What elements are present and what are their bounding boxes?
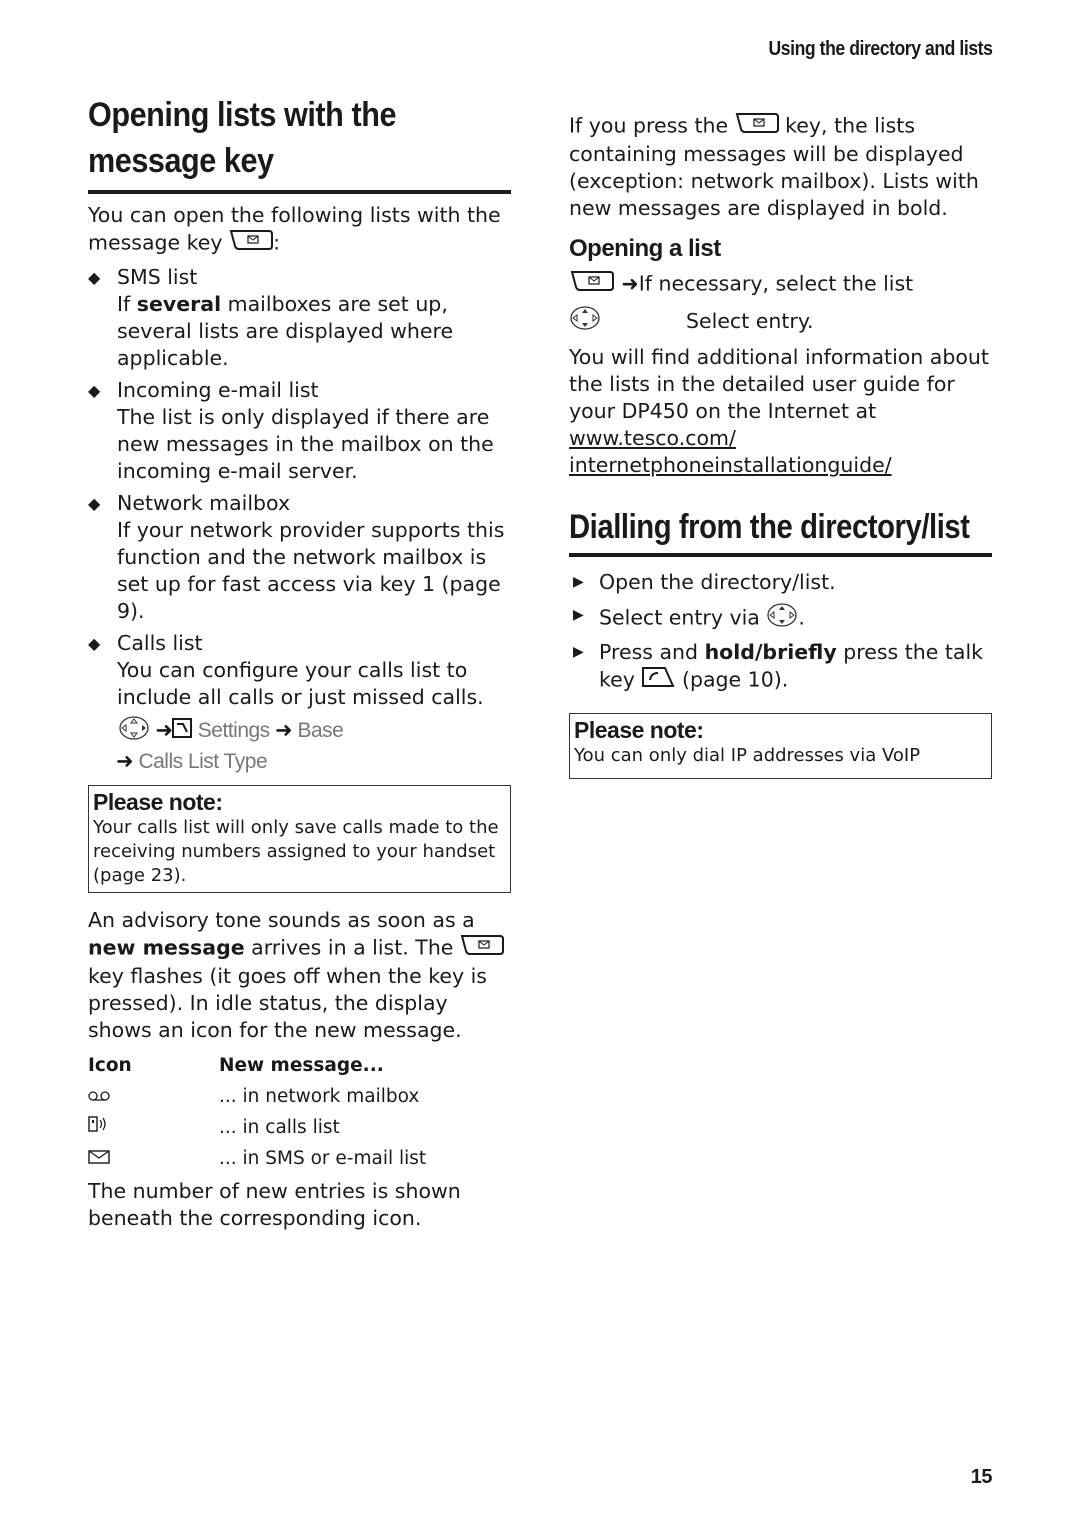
message-key-icon — [229, 229, 274, 258]
diamond-bullet-icon: ◆ — [88, 494, 101, 513]
please-note-box: Please note: You can only dial IP addres… — [569, 713, 992, 779]
table-row: ... in network mailbox — [88, 1081, 511, 1112]
dial-step-3: ▶ Press and hold/briefly press the talk … — [569, 639, 992, 695]
triangle-bullet-icon: ▶ — [573, 607, 584, 623]
table-row: ... in calls list — [88, 1112, 511, 1143]
intro-paragraph: If you press the key, the lists containi… — [569, 112, 979, 220]
diamond-bullet-icon: ◆ — [88, 634, 101, 653]
icon-table: Icon New message... ... in network mailb… — [88, 1050, 511, 1174]
calls-list-icon — [88, 1116, 110, 1138]
list-item-sms: ◆ SMS list If several mailboxes are set … — [88, 265, 454, 370]
diamond-bullet-icon: ◆ — [88, 381, 101, 400]
menu-path: ➜ Settings ➜ Base ➜ Calls List Type — [88, 715, 511, 775]
left-column: Opening lists with the message key You c… — [88, 92, 511, 1232]
icon-table-header: Icon New message... — [88, 1055, 384, 1076]
please-note-box: Please note: Your calls list will only s… — [88, 785, 511, 893]
message-key-icon — [569, 270, 615, 299]
settings-tool-icon — [172, 718, 193, 745]
info-paragraph: You will find additional information abo… — [569, 345, 989, 477]
running-head: Using the directory and lists — [768, 38, 992, 60]
advisory-paragraph: An advisory tone sounds as soon as a new… — [88, 907, 511, 1044]
arrow-icon: ➜ — [116, 750, 134, 773]
arrow-icon: ➜ — [621, 271, 639, 296]
voicemail-icon — [88, 1086, 110, 1107]
dial-step-1: ▶ Open the directory/list. — [573, 570, 836, 594]
open-step-2: Select entry. — [569, 305, 992, 338]
intro-paragraph: You can open the following lists with th… — [88, 202, 511, 258]
guide-link[interactable]: www.tesco.com/ — [569, 426, 736, 450]
open-step-1: ➜If necessary, select the list — [569, 270, 992, 299]
page-number: 15 — [970, 1466, 993, 1488]
arrow-icon: ➜ — [275, 719, 293, 743]
table-row: ... in SMS or e-mail list — [88, 1143, 511, 1174]
talk-key-icon — [641, 666, 675, 695]
right-column: If you press the key, the lists containi… — [569, 112, 992, 779]
envelope-icon — [88, 1148, 110, 1169]
guide-link-path[interactable]: internetphoneinstallationguide/ — [569, 453, 892, 477]
triangle-bullet-icon: ▶ — [573, 644, 584, 660]
list-item-calls: ◆ Calls list You can configure your call… — [88, 631, 484, 709]
message-key-icon — [460, 934, 504, 963]
list-item-network-mailbox: ◆ Network mailbox If your network provid… — [88, 491, 505, 623]
diamond-bullet-icon: ◆ — [88, 268, 101, 287]
subheading-opening-list: Opening a list — [569, 235, 721, 262]
message-key-icon — [735, 112, 779, 141]
nav-key-icon — [766, 602, 798, 635]
nav-key-icon — [569, 305, 686, 338]
nav-key-icon — [118, 715, 150, 748]
dial-step-2: ▶ Select entry via . — [569, 602, 992, 635]
list-item-email: ◆ Incoming e-mail list The list is only … — [88, 378, 494, 483]
section-heading-dialling: Dialling from the directory/list — [569, 505, 992, 557]
section-heading: Opening lists with the message key — [88, 92, 511, 194]
arrow-icon: ➜ — [155, 719, 173, 743]
footer-paragraph: The number of new entries is shown benea… — [88, 1179, 461, 1230]
triangle-bullet-icon: ▶ — [573, 574, 584, 590]
